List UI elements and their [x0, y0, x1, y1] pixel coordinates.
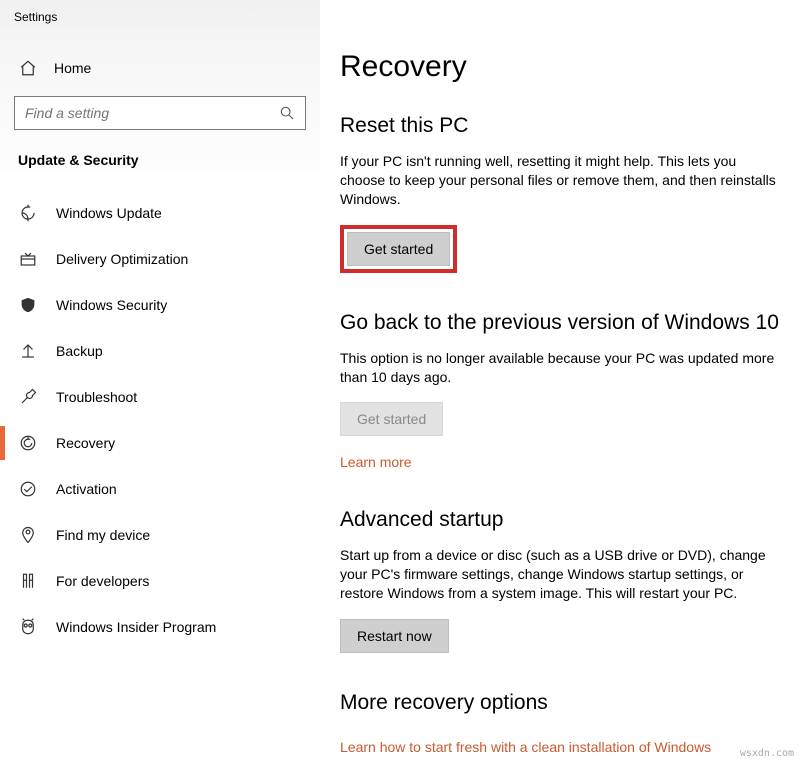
goback-get-started-button: Get started — [340, 402, 443, 436]
sidebar-item-label: Troubleshoot — [56, 389, 137, 405]
highlight-annotation: Get started — [340, 225, 457, 273]
sidebar-item-label: Windows Security — [56, 297, 167, 313]
watermark: wsxdn.com — [740, 748, 794, 759]
advanced-body: Start up from a device or disc (such as … — [340, 546, 780, 603]
check-icon — [18, 479, 38, 499]
category-heading: Update & Security — [0, 144, 320, 176]
home-button[interactable]: Home — [0, 48, 320, 88]
more-options-heading: More recovery options — [340, 691, 780, 715]
search-input-box[interactable] — [14, 96, 306, 130]
restart-now-button[interactable]: Restart now — [340, 619, 449, 653]
advanced-heading: Advanced startup — [340, 508, 780, 532]
sidebar-item-backup[interactable]: Backup — [0, 328, 320, 374]
sidebar-item-label: Backup — [56, 343, 103, 359]
window-title: Settings — [0, 0, 320, 40]
sidebar-item-for-developers[interactable]: For developers — [0, 558, 320, 604]
sidebar: Settings Home Update & Security Wind — [0, 0, 320, 763]
sidebar-item-windows-insider[interactable]: Windows Insider Program — [0, 604, 320, 650]
sidebar-item-find-my-device[interactable]: Find my device — [0, 512, 320, 558]
wrench-icon — [18, 387, 38, 407]
location-icon — [18, 525, 38, 545]
search-input[interactable] — [25, 105, 279, 121]
main-content: Recovery Reset this PC If your PC isn't … — [320, 0, 800, 763]
sidebar-item-label: Find my device — [56, 527, 150, 543]
sidebar-item-label: Windows Update — [56, 205, 162, 221]
home-label: Home — [54, 60, 91, 76]
fresh-install-link[interactable]: Learn how to start fresh with a clean in… — [340, 739, 711, 755]
sidebar-item-label: Activation — [56, 481, 117, 497]
goback-heading: Go back to the previous version of Windo… — [340, 311, 780, 335]
sidebar-item-label: For developers — [56, 573, 149, 589]
learn-more-link[interactable]: Learn more — [340, 454, 412, 470]
recovery-icon — [18, 433, 38, 453]
goback-body: This option is no longer available becau… — [340, 349, 780, 387]
sync-icon — [18, 203, 38, 223]
sidebar-item-label: Windows Insider Program — [56, 619, 216, 635]
sidebar-item-label: Recovery — [56, 435, 115, 451]
sidebar-item-windows-security[interactable]: Windows Security — [0, 282, 320, 328]
search-container — [14, 96, 306, 130]
sidebar-item-label: Delivery Optimization — [56, 251, 188, 267]
sidebar-item-troubleshoot[interactable]: Troubleshoot — [0, 374, 320, 420]
sidebar-item-activation[interactable]: Activation — [0, 466, 320, 512]
sidebar-item-windows-update[interactable]: Windows Update — [0, 190, 320, 236]
sidebar-item-delivery-optimization[interactable]: Delivery Optimization — [0, 236, 320, 282]
search-icon — [279, 105, 295, 121]
reset-get-started-button[interactable]: Get started — [347, 232, 450, 266]
developers-icon — [18, 571, 38, 591]
insider-icon — [18, 617, 38, 637]
shield-icon — [18, 295, 38, 315]
home-icon — [18, 58, 38, 78]
reset-body: If your PC isn't running well, resetting… — [340, 152, 780, 209]
page-title: Recovery — [340, 50, 780, 84]
backup-icon — [18, 341, 38, 361]
sidebar-item-recovery[interactable]: Recovery — [0, 420, 320, 466]
delivery-icon — [18, 249, 38, 269]
reset-heading: Reset this PC — [340, 114, 780, 138]
